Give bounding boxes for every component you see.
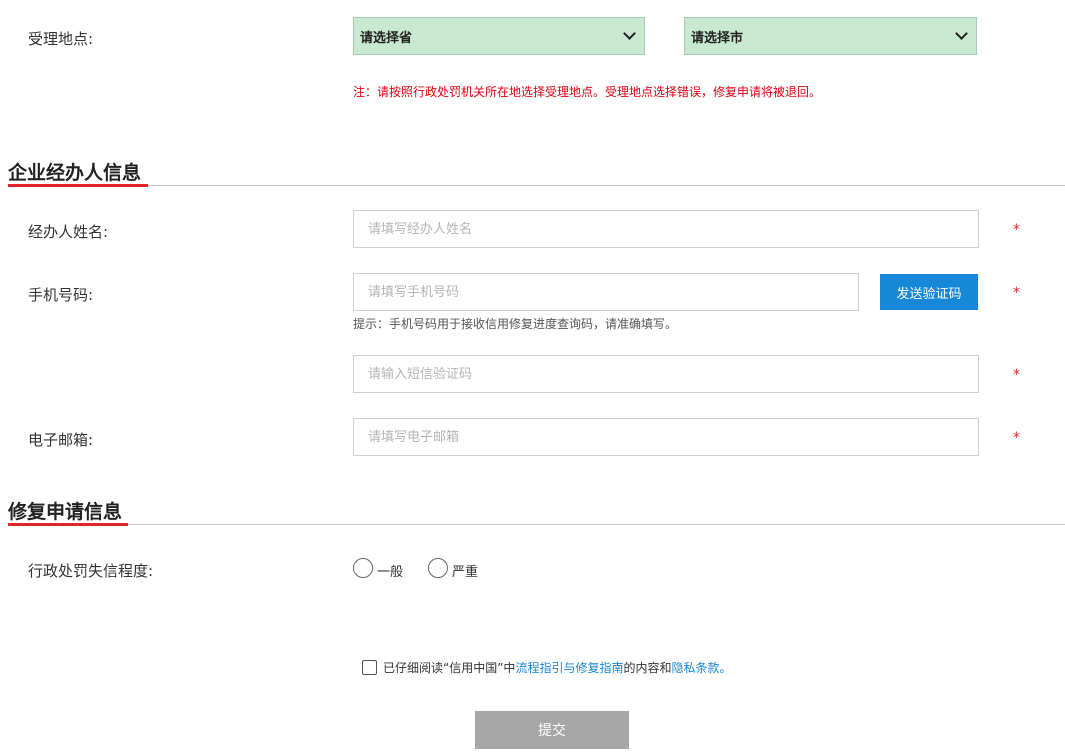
chevron-down-icon (955, 27, 968, 40)
sms-code-input[interactable] (353, 355, 979, 393)
location-note: 注：请按照行政处罚机关所在地选择受理地点。受理地点选择错误，修复申请将被退回。 (353, 85, 822, 99)
location-label: 受理地点: (28, 30, 94, 48)
severity-option-label: 一般 (377, 565, 404, 580)
severity-radio-serious[interactable] (428, 558, 448, 578)
agreement-prefix: 已仔细阅读“信用中国”中 (383, 661, 516, 675)
repair-section-title: 修复申请信息 (8, 501, 123, 523)
agreement-suffix: 。 (719, 661, 732, 675)
email-input[interactable] (353, 418, 979, 456)
send-code-button[interactable]: 发送验证码 (880, 274, 978, 310)
phone-label: 手机号码: (28, 286, 94, 304)
section-divider (8, 185, 1065, 186)
agent-section-title: 企业经办人信息 (8, 162, 142, 184)
email-label: 电子邮箱: (28, 431, 94, 449)
agreement-checkbox[interactable] (362, 660, 377, 675)
required-mark: * (1013, 367, 1020, 383)
severity-option-label: 严重 (452, 565, 479, 580)
section-divider (8, 524, 1065, 525)
agent-name-label: 经办人姓名: (28, 223, 109, 241)
province-select-value: 请选择省 (360, 30, 413, 46)
required-mark: * (1013, 222, 1020, 238)
submit-button[interactable]: 提交 (475, 711, 629, 749)
agent-name-input[interactable] (353, 210, 979, 248)
required-mark: * (1013, 285, 1020, 301)
city-select-value: 请选择市 (691, 30, 744, 46)
privacy-link[interactable]: 隐私条款 (671, 661, 719, 675)
severity-label: 行政处罚失信程度: (28, 562, 154, 580)
phone-input[interactable] (353, 273, 859, 311)
required-mark: * (1013, 430, 1020, 446)
agreement-text: 已仔细阅读“信用中国”中流程指引与修复指南的内容和隐私条款。 (383, 659, 732, 676)
section-title-underline (8, 523, 128, 526)
chevron-down-icon (623, 27, 636, 40)
phone-hint: 提示：手机号码用于接收信用修复进度查询码，请准确填写。 (353, 317, 678, 331)
section-title-underline (8, 184, 148, 187)
severity-radio-general[interactable] (353, 558, 373, 578)
province-select[interactable]: 请选择省 (353, 17, 645, 55)
city-select[interactable]: 请选择市 (684, 17, 977, 55)
guide-link[interactable]: 流程指引与修复指南 (515, 661, 623, 675)
agreement-middle: 的内容和 (623, 661, 672, 675)
